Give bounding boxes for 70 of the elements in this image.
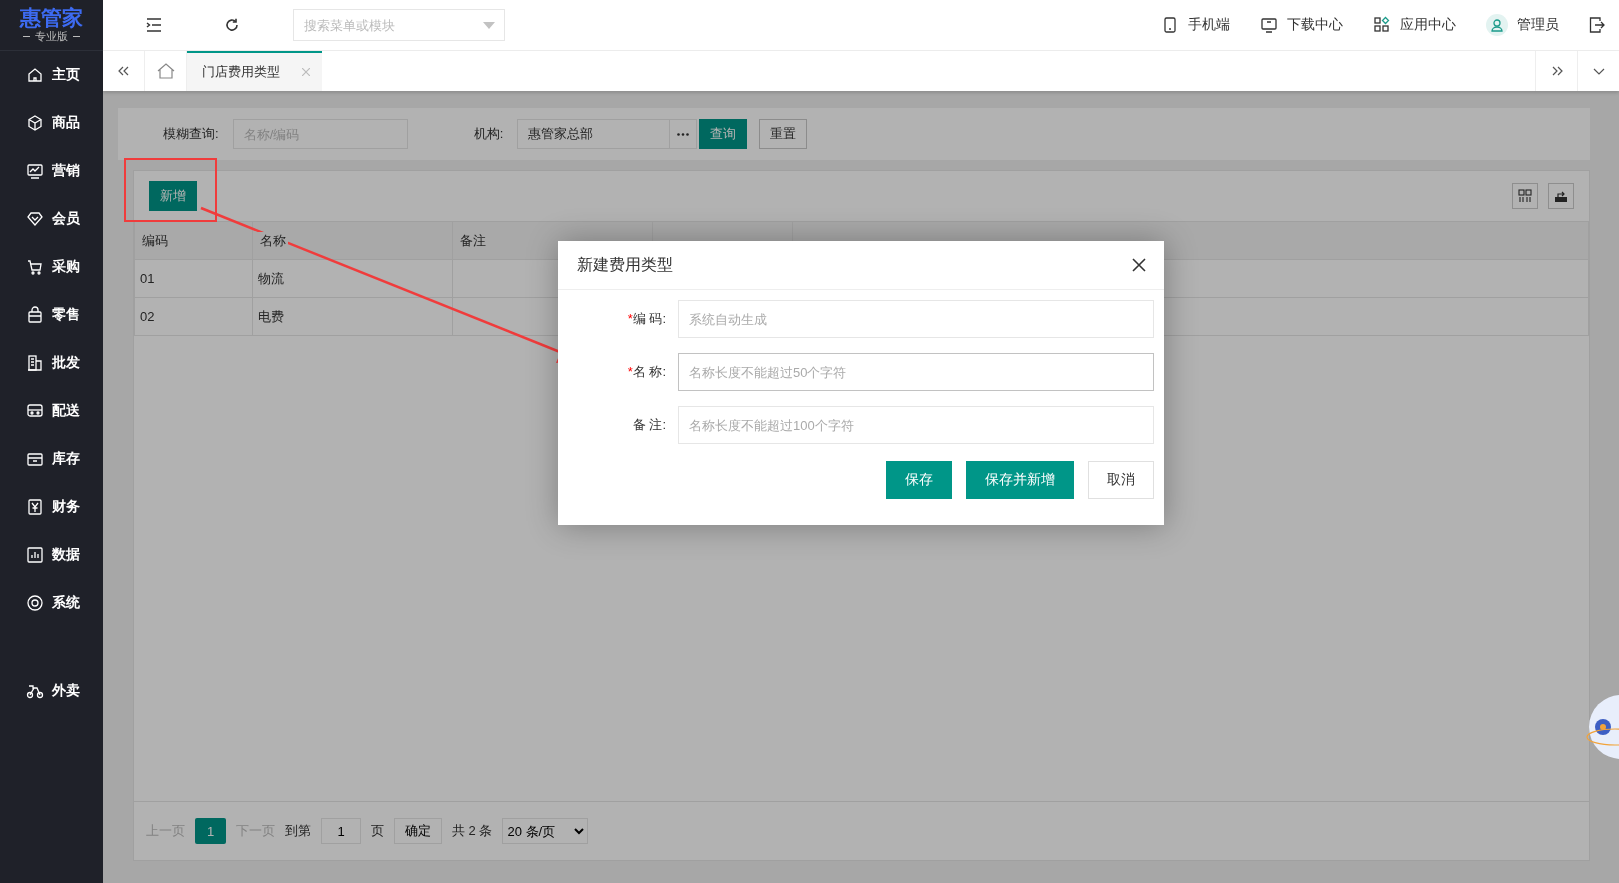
page-size-select[interactable]: 20 条/页 [502, 818, 589, 844]
monitor-icon [1260, 16, 1278, 34]
menu-search-field[interactable]: 搜索菜单或模块 [293, 9, 505, 41]
column-header: 名称 [258, 231, 288, 249]
table-cell: 02 [134, 297, 253, 336]
phone-icon [1161, 16, 1179, 34]
text-field[interactable]: 系统自动生成 [678, 300, 1154, 338]
sidebar-item[interactable]: 商品 [0, 99, 103, 147]
export-icon[interactable] [1548, 183, 1574, 209]
text-field[interactable]: 名称长度不能超过50个字符 [678, 353, 1154, 391]
yen-icon [26, 498, 44, 516]
cube-icon [26, 114, 44, 132]
scooter-icon [26, 682, 44, 700]
header-link[interactable]: 管理员 [1486, 14, 1559, 36]
bar-chart-icon [26, 546, 44, 564]
org-field[interactable]: 惠管家总部 [517, 119, 698, 149]
target-icon [26, 594, 44, 612]
logo-text: 惠管家 [20, 6, 83, 29]
header-link[interactable]: 应用中心 [1373, 16, 1456, 34]
table-cell: 物流 [252, 259, 453, 298]
header-link[interactable]: 下载中心 [1260, 16, 1343, 34]
sidebar-item[interactable]: 配送 [0, 387, 103, 435]
sidebar-item[interactable]: 系统 [0, 579, 103, 627]
sidebar-item[interactable]: 批发 [0, 339, 103, 387]
sidebar-item[interactable]: 外卖 [0, 667, 103, 715]
dropdown-caret-icon [483, 22, 495, 29]
page-input[interactable]: 1 [321, 818, 361, 844]
sidebar-item[interactable]: 数据 [0, 531, 103, 579]
home-icon [26, 66, 44, 84]
close-icon[interactable] [1130, 256, 1148, 274]
column-header: 备注 [458, 231, 488, 249]
user-icon [1486, 14, 1508, 36]
field-label: *编 码: [626, 310, 666, 328]
org-label: 机构: [473, 125, 504, 143]
reset-button[interactable]: 重置 [759, 119, 808, 149]
save-and-new-button[interactable]: 保存并新增 [966, 461, 1074, 499]
column-header: 编码 [140, 231, 170, 249]
logout-icon[interactable] [1589, 16, 1605, 34]
total-count: 共 2 条 [452, 822, 493, 840]
dialog-title: 新建费用类型 [577, 254, 673, 275]
field-label: 备 注: [631, 416, 666, 434]
building-icon [26, 354, 44, 372]
sidebar-item[interactable]: 库存 [0, 435, 103, 483]
edition-label: 专业版 [23, 28, 80, 44]
bag-icon [26, 306, 44, 324]
cart-icon [26, 258, 44, 276]
diamond-icon [26, 210, 44, 228]
chart-icon [26, 162, 44, 180]
sidebar-item[interactable]: 会员 [0, 195, 103, 243]
archive-icon [26, 450, 44, 468]
cancel-button[interactable]: 取消 [1088, 461, 1154, 499]
keyword-label: 模糊查询: [163, 125, 219, 143]
sidebar-item[interactable]: 主页 [0, 51, 103, 99]
sidebar-item[interactable]: 采购 [0, 243, 103, 291]
confirm-button[interactable]: 确定 [394, 818, 442, 844]
save-button[interactable]: 保存 [886, 461, 952, 499]
sidebar-item[interactable]: 财务 [0, 483, 103, 531]
table-cell: 01 [134, 259, 253, 298]
columns-icon[interactable] [1512, 183, 1538, 209]
sidebar-item[interactable]: 营销 [0, 147, 103, 195]
table-cell: 电费 [252, 297, 453, 336]
page-tab[interactable]: 门店费用类型 [187, 51, 322, 91]
header-link[interactable]: 手机端 [1161, 16, 1230, 34]
text-field[interactable]: 名称长度不能超过100个字符 [678, 406, 1154, 444]
delivery-icon [26, 402, 44, 420]
sidebar-item[interactable]: 零售 [0, 291, 103, 339]
page-unit-label: 页 [371, 822, 384, 840]
apps-icon [1373, 16, 1391, 34]
field-label: *名 称: [626, 363, 666, 381]
goto-label: 到第 [285, 822, 311, 840]
